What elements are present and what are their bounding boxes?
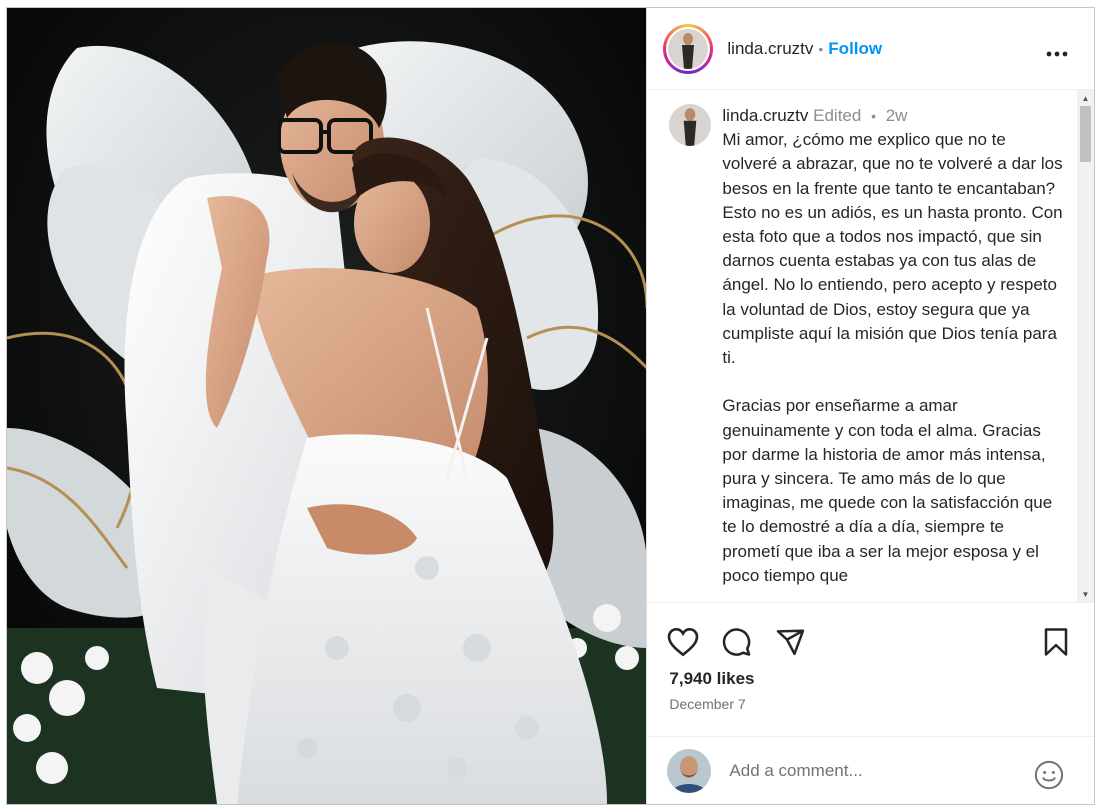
heart-icon[interactable] <box>667 627 699 662</box>
caption-separator-dot: • <box>871 108 876 124</box>
post-side-panel: linda.cruztv • Follow linda.cruztv Edite… <box>646 8 1094 804</box>
story-ring[interactable] <box>663 23 714 74</box>
separator-dot: • <box>818 40 824 57</box>
action-bar <box>647 603 1094 673</box>
comment-input[interactable] <box>727 759 1012 782</box>
author-username[interactable]: linda.cruztv <box>727 39 813 59</box>
caption-author-avatar[interactable] <box>669 104 712 146</box>
post-age[interactable]: 2w <box>886 106 908 125</box>
scroll-down-arrow-icon[interactable]: ▼ <box>1077 586 1094 602</box>
post-header: linda.cruztv • Follow <box>647 8 1094 90</box>
follow-button[interactable]: Follow <box>828 39 882 59</box>
like-count[interactable]: 7,940 likes <box>669 669 754 689</box>
comment-bubble-icon[interactable] <box>721 627 752 662</box>
scroll-up-arrow-icon[interactable]: ▲ <box>1077 90 1094 106</box>
send-paper-plane-icon[interactable] <box>775 627 806 662</box>
instagram-post-modal: linda.cruztv • Follow linda.cruztv Edite… <box>6 7 1095 805</box>
caption-scrollbar[interactable]: ▲ ▼ <box>1077 90 1094 602</box>
caption-section[interactable]: linda.cruztv Edited • 2w Mi amor, ¿cómo … <box>647 90 1094 603</box>
scroll-thumb[interactable] <box>1080 106 1091 162</box>
author-avatar <box>668 28 709 69</box>
caption-body: linda.cruztv Edited • 2w Mi amor, ¿cómo … <box>722 104 1064 588</box>
wedding-photo-illustration <box>7 8 647 804</box>
caption-username[interactable]: linda.cruztv <box>722 106 808 125</box>
bookmark-icon[interactable] <box>1043 627 1069 662</box>
emoji-smiley-icon[interactable] <box>1034 760 1064 795</box>
more-options-icon[interactable] <box>1046 44 1068 62</box>
viewer-avatar <box>667 748 712 793</box>
caption-text: Mi amor, ¿cómo me explico que no te volv… <box>722 130 1063 585</box>
post-photo[interactable] <box>7 8 647 804</box>
post-date: December 7 <box>669 696 746 712</box>
edited-label: Edited <box>813 106 862 125</box>
comment-bar <box>647 736 1094 804</box>
